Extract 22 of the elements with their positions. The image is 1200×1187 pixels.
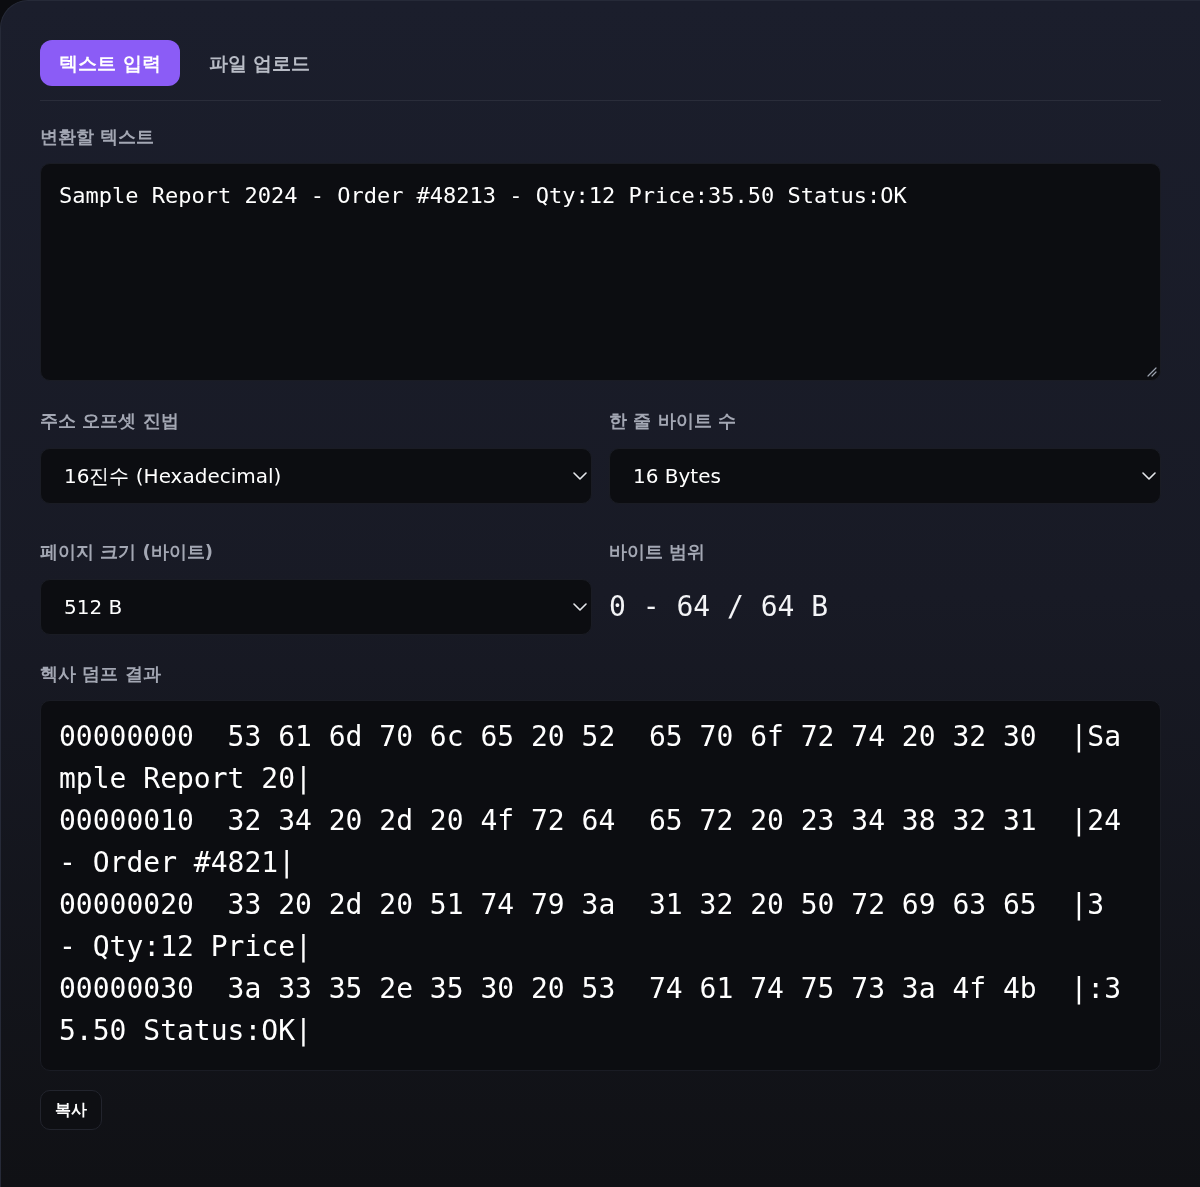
resize-handle-icon[interactable]	[1147, 367, 1157, 377]
field-label: 변환할 텍스트	[40, 125, 156, 149]
chevron-down-icon	[573, 603, 587, 611]
select-field[interactable]: 16 Bytes	[609, 448, 1161, 504]
field-label: 주소 오프셋 진법	[40, 409, 180, 433]
select-field[interactable]: 16진수 (Hexadecimal)	[40, 448, 592, 504]
byte-range-value: 0 - 64 / 64 B	[609, 589, 830, 625]
chevron-down-icon	[1142, 472, 1156, 480]
field-label: 페이지 크기 (바이트)	[40, 540, 214, 564]
tab[interactable]: 파일 업로드	[191, 40, 328, 86]
field-label: 헥사 덤프 결과	[40, 662, 162, 686]
chevron-down-icon	[573, 472, 587, 480]
text-area[interactable]: Sample Report 2024 - Order #48213 - Qty:12 Price:35.50 Status:OK	[40, 163, 1161, 381]
copy-button[interactable]: 복사	[40, 1090, 102, 1130]
tab[interactable]: 텍스트 입력	[40, 40, 180, 86]
field-label: 바이트 범위	[609, 540, 707, 564]
hex-dump-line: 00000000 53 61 6d 70 6c 65 20 52 65 70 6f 72 74 20 32 30 |Sample Report 20|	[59, 719, 1123, 797]
field-label: 한 줄 바이트 수	[609, 409, 737, 433]
hex-dump-line: 00000020 33 20 2d 20 51 74 79 3a 31 32 20 50 72 69 63 65 |3 - Qty:12 Price|	[59, 887, 1106, 965]
hex-dump-line: 00000010 32 34 20 2d 20 4f 72 64 65 72 20 23 34 38 32 31 |24 - Order #4821|	[59, 803, 1123, 881]
hex-dump-line: 00000030 3a 33 35 2e 35 30 20 53 74 61 74 75 73 3a 4f 4b |:35.50 Status:OK|	[59, 971, 1123, 1049]
select-field[interactable]: 512 B	[40, 579, 592, 635]
